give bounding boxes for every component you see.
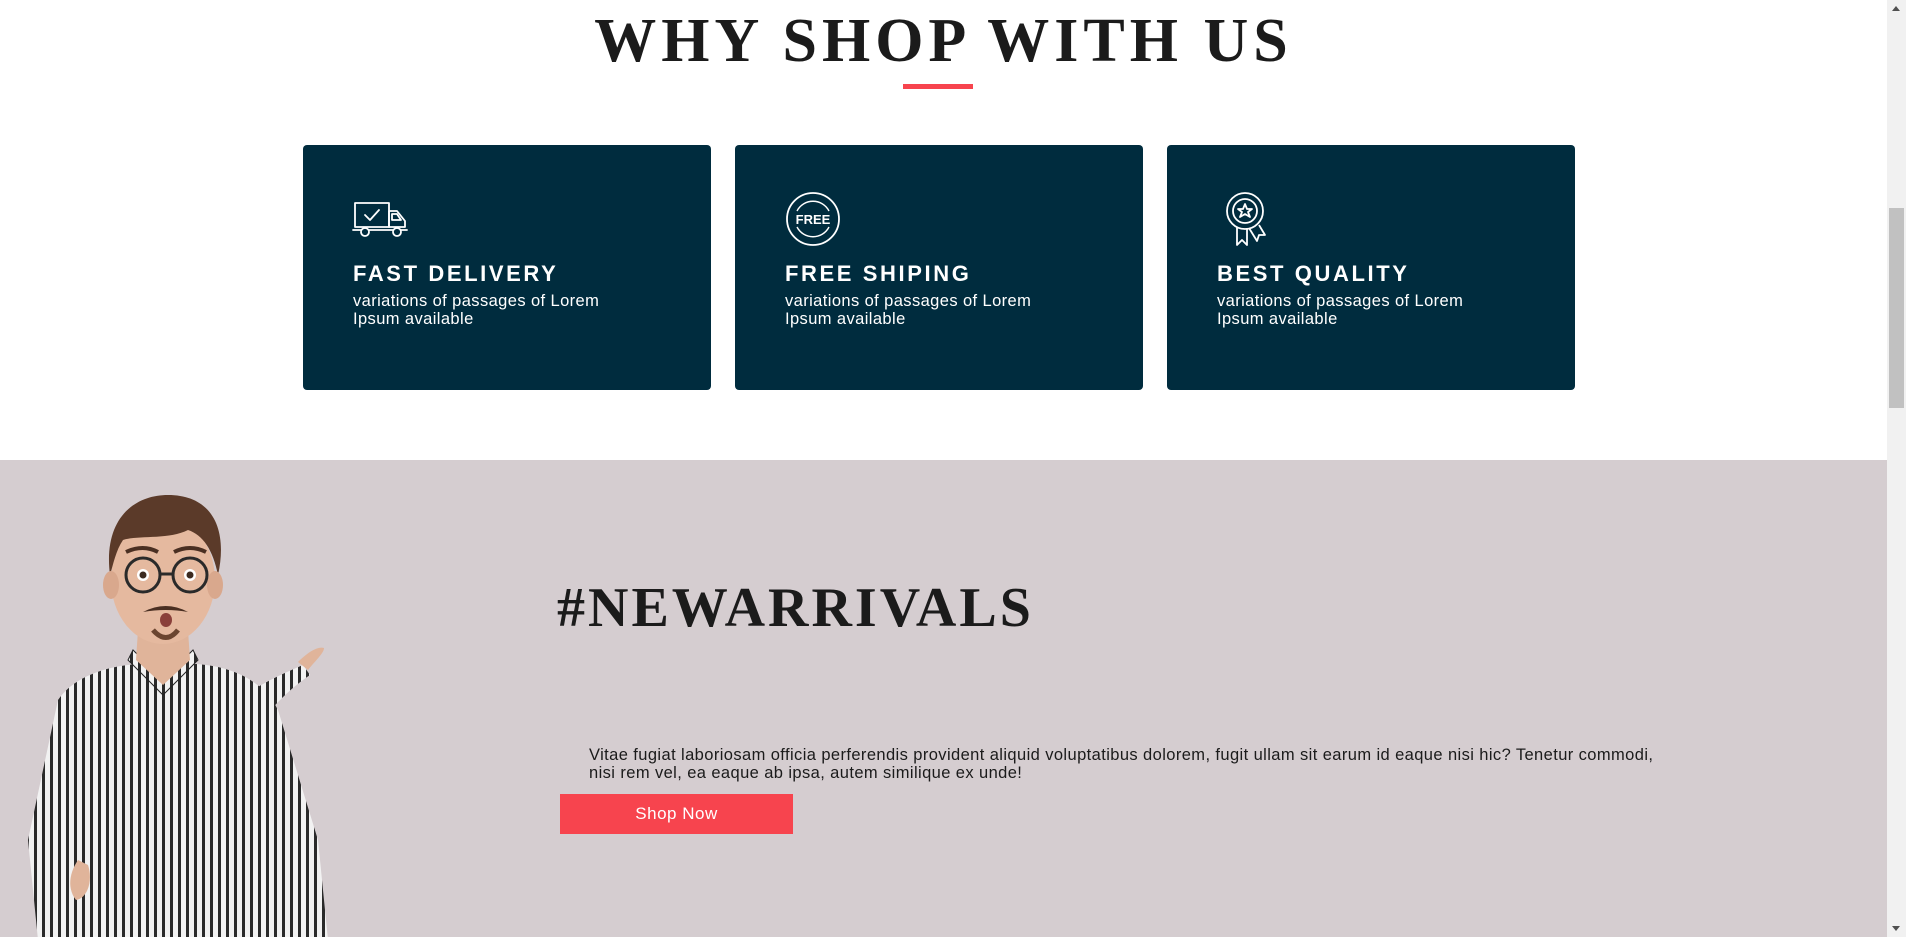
card-description: variations of passages of Lorem Ipsum av… (785, 292, 1032, 328)
card-title: FREE SHIPING (785, 261, 972, 286)
scrollbar-thumb[interactable] (1889, 208, 1904, 408)
new-arrivals-section: #NEWARRIVALS Vitae fugiat laboriosam off… (0, 460, 1887, 937)
feature-card-fast-delivery: FAST DELIVERY variations of passages of … (303, 145, 711, 390)
title-underline (903, 84, 973, 89)
shop-now-button[interactable]: Shop Now (560, 794, 793, 834)
scroll-up-arrow-icon[interactable] (1887, 0, 1906, 17)
new-arrivals-title: #NEWARRIVALS (557, 577, 1034, 639)
new-arrivals-description: Vitae fugiat laboriosam officia perferen… (589, 746, 1654, 782)
free-badge-icon: FREE (783, 189, 843, 249)
page: WHY SHOP WITH US FAST DELIVERY variation… (0, 0, 1887, 937)
man-pointing-image (28, 495, 328, 937)
why-shop-title: WHY SHOP WITH US (594, 7, 1293, 75)
award-ribbon-icon (1215, 189, 1275, 249)
feature-card-free-shipping: FREE FREE SHIPING variations of passages… (735, 145, 1143, 390)
svg-text:FREE: FREE (796, 212, 831, 227)
scroll-down-arrow-icon[interactable] (1887, 920, 1906, 937)
feature-card-best-quality: BEST QUALITY variations of passages of L… (1167, 145, 1575, 390)
delivery-truck-icon (351, 189, 411, 249)
page-scrollbar[interactable] (1887, 0, 1906, 937)
why-shop-section: WHY SHOP WITH US FAST DELIVERY variation… (0, 0, 1887, 460)
card-description: variations of passages of Lorem Ipsum av… (353, 292, 600, 328)
card-description: variations of passages of Lorem Ipsum av… (1217, 292, 1464, 328)
card-title: BEST QUALITY (1217, 261, 1410, 286)
card-title: FAST DELIVERY (353, 261, 559, 286)
